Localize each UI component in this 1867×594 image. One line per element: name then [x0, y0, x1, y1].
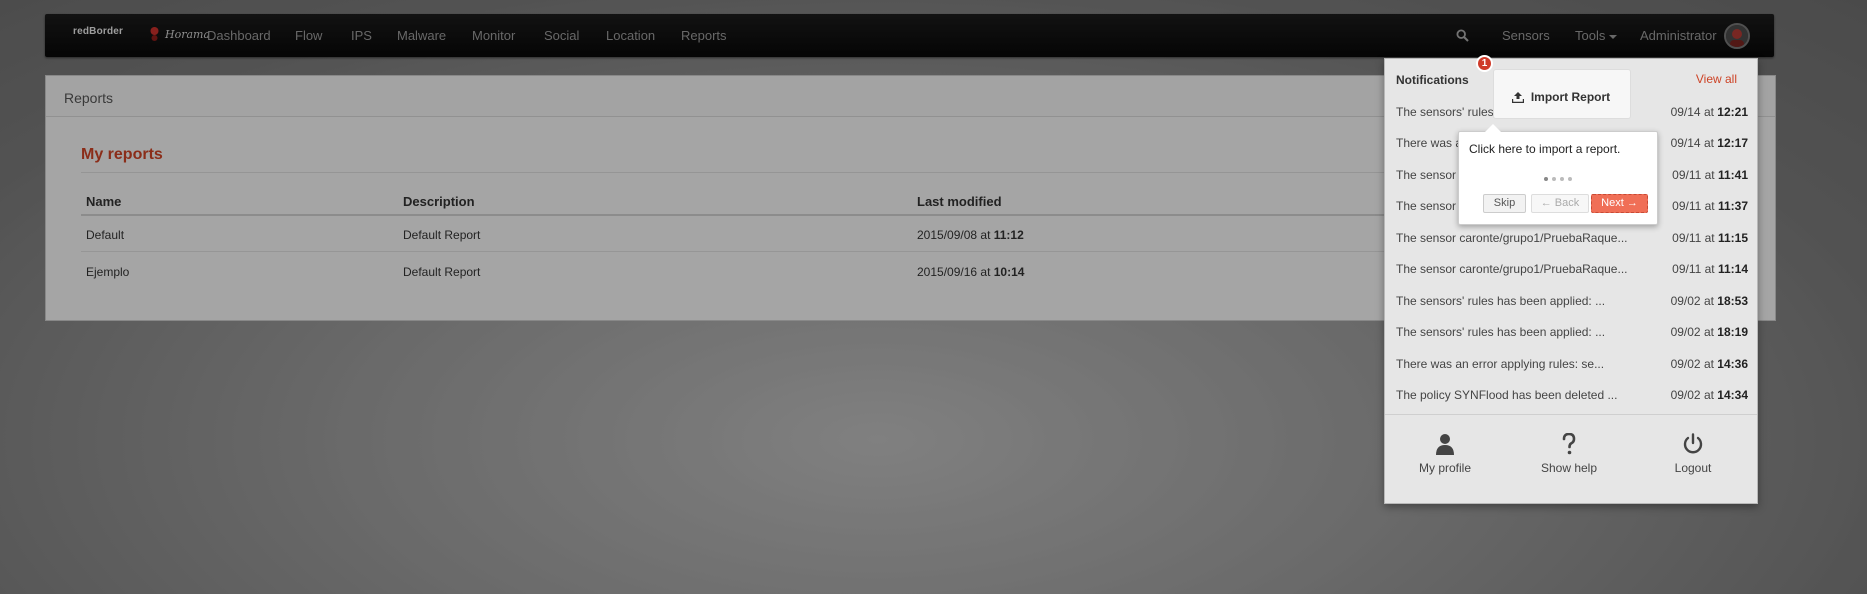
notification-time: 09/14 at 12:17: [1671, 136, 1748, 150]
notifications-footer: My profile Show help Logout: [1385, 414, 1757, 504]
notification-clock: 14:34: [1717, 388, 1748, 402]
notification-clock: 14:36: [1717, 357, 1748, 371]
notification-date: 09/02 at: [1670, 357, 1718, 371]
import-report-label: Import Report: [1530, 90, 1611, 104]
logout-label: Logout: [1674, 461, 1712, 475]
show-help-button[interactable]: Show help: [1509, 433, 1629, 475]
my-profile-label: My profile: [1418, 461, 1471, 475]
notification-clock: 11:37: [1717, 199, 1748, 213]
tour-dot: [1560, 177, 1564, 181]
notification-message: The sensors' rules has been applied: ...: [1396, 325, 1606, 339]
notification-clock: 11:41: [1717, 168, 1748, 182]
show-help-label: Show help: [1540, 461, 1598, 475]
notification-item[interactable]: The sensor caronte/grupo1/PruebaRaque...…: [1385, 231, 1757, 262]
import-report-button[interactable]: Import Report: [1500, 84, 1622, 110]
tour-back-button[interactable]: ← Back: [1531, 194, 1589, 213]
notification-time: 09/02 at 14:36: [1671, 357, 1748, 371]
notification-date: 09/11 at: [1672, 262, 1718, 276]
notification-date: 09/11 at: [1672, 168, 1718, 182]
notification-time: 09/14 at 12:21: [1671, 105, 1748, 119]
notification-clock: 11:14: [1717, 262, 1748, 276]
my-profile-button[interactable]: My profile: [1385, 433, 1505, 475]
logout-button[interactable]: Logout: [1633, 433, 1753, 475]
notification-time: 09/11 at 11:37: [1672, 199, 1748, 213]
notification-item[interactable]: The sensors' rules has been applied: ...…: [1385, 294, 1757, 325]
notification-time: 09/11 at 11:14: [1672, 262, 1748, 276]
tour-popover: Click here to import a report. Skip ← Ba…: [1458, 124, 1658, 225]
tour-skip-button[interactable]: Skip: [1483, 194, 1526, 213]
notification-time: 09/02 at 18:53: [1671, 294, 1748, 308]
notification-clock: 11:15: [1717, 231, 1748, 245]
tour-step-badge: 1: [1476, 55, 1493, 72]
notification-clock: 12:17: [1717, 136, 1748, 150]
view-all-link[interactable]: View all: [1696, 72, 1737, 86]
popover-arrow: [1485, 124, 1501, 132]
question-icon: [1562, 433, 1576, 455]
notification-time: 09/11 at 11:41: [1672, 168, 1748, 182]
upload-icon: [1511, 91, 1524, 103]
notification-date: 09/11 at: [1672, 231, 1718, 245]
tour-next-button[interactable]: Next →: [1591, 194, 1648, 213]
power-icon: [1683, 433, 1703, 454]
notification-time: 09/11 at 11:15: [1672, 231, 1748, 245]
notification-message: The sensor caronte/grupo1/PruebaRaque...: [1396, 231, 1628, 245]
notification-message: The sensors' rules has been applied: ...: [1396, 294, 1606, 308]
notification-item[interactable]: The sensors' rules has been applied: ...…: [1385, 325, 1757, 356]
notification-item[interactable]: The sensor caronte/grupo1/PruebaRaque...…: [1385, 262, 1757, 293]
notification-item[interactable]: There was an error applying rules: se...…: [1385, 357, 1757, 388]
notification-date: 09/02 at: [1670, 388, 1718, 402]
notification-time: 09/02 at 18:19: [1671, 325, 1748, 339]
tour-text: Click here to import a report.: [1469, 142, 1621, 156]
notification-date: 09/14 at: [1670, 105, 1718, 119]
user-icon: [1436, 434, 1454, 455]
notification-message: There was an error applying rules: se...: [1396, 357, 1605, 371]
tour-dot: [1568, 177, 1572, 181]
notification-message: The sensor caronte/grupo1/PruebaRaque...: [1396, 262, 1628, 276]
notification-time: 09/02 at 14:34: [1671, 388, 1748, 402]
notification-date: 09/11 at: [1672, 199, 1718, 213]
notification-message: The policy SYNFlood has been deleted ...: [1396, 388, 1618, 402]
tour-dot: [1552, 177, 1556, 181]
notifications-dropdown: Notifications View all The sensors' rule…: [1384, 58, 1758, 504]
notification-date: 09/14 at: [1670, 136, 1718, 150]
notifications-title: Notifications: [1396, 73, 1469, 87]
notification-clock: 12:21: [1717, 105, 1748, 119]
tour-dot: [1544, 177, 1548, 181]
notification-date: 09/02 at: [1670, 294, 1718, 308]
notification-clock: 18:53: [1717, 294, 1748, 308]
tour-progress-dots: [1459, 169, 1657, 184]
notification-clock: 18:19: [1717, 325, 1748, 339]
notification-date: 09/02 at: [1670, 325, 1718, 339]
